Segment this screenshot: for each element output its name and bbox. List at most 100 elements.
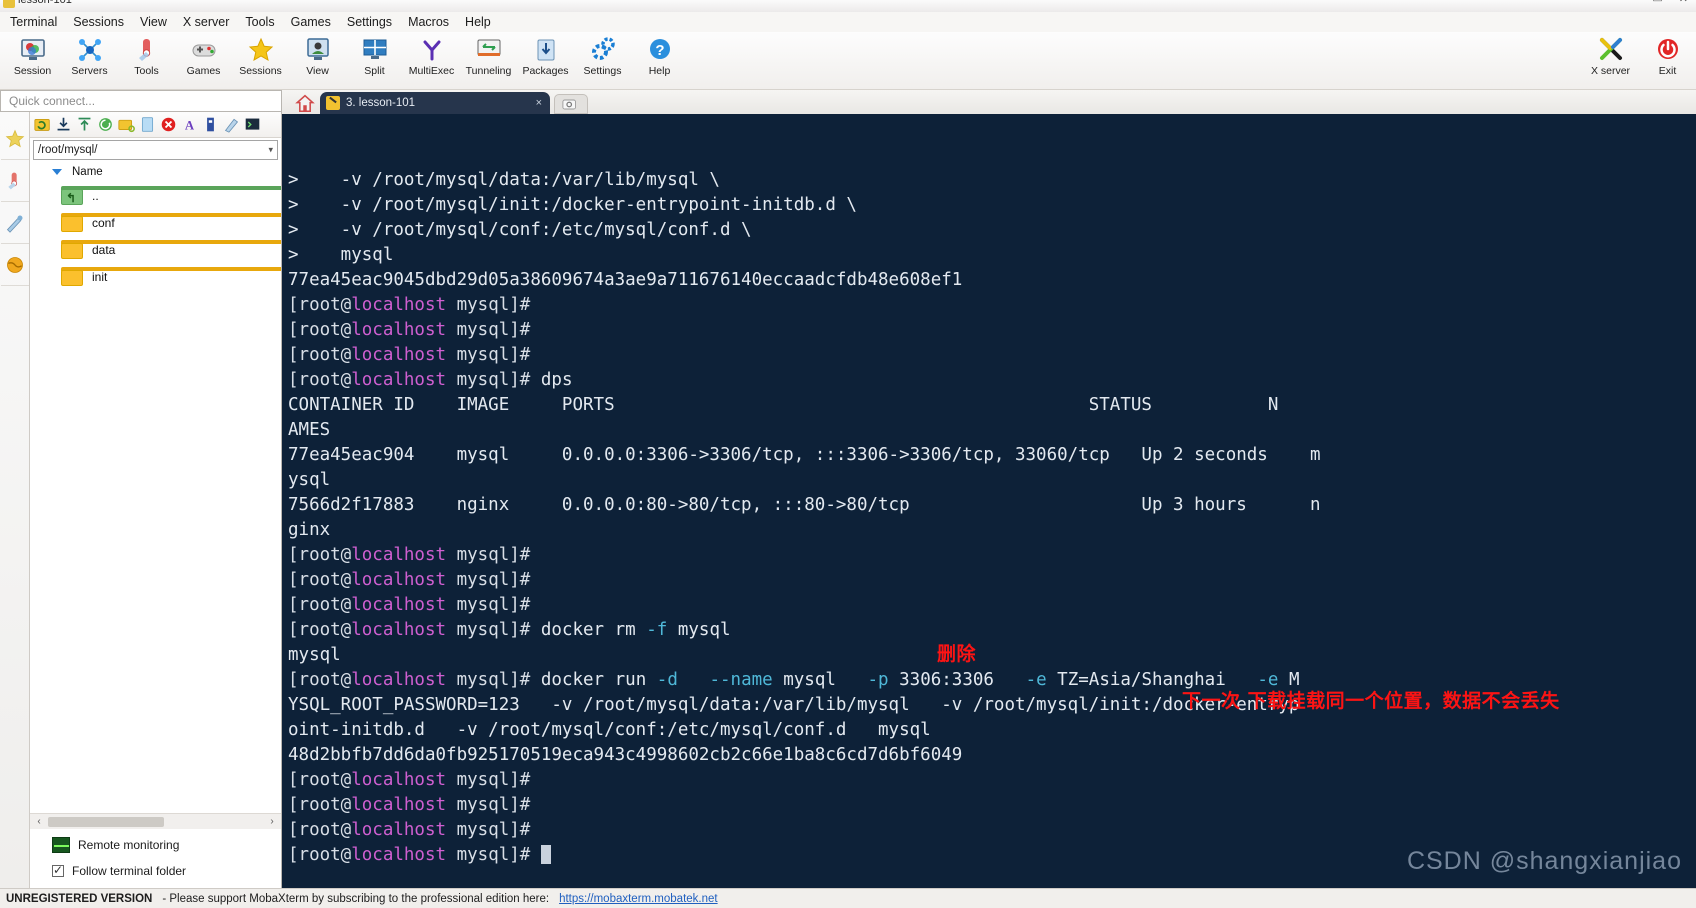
sidebar-horizontal-scrollbar[interactable]: ‹ › bbox=[30, 813, 281, 829]
terminal-line: > -v /root/mysql/data:/var/lib/mysql \ bbox=[288, 170, 720, 190]
terminal-line: [root@localhost mysql]# bbox=[288, 320, 541, 340]
ribbon-multiexec[interactable]: MultiExec bbox=[403, 32, 460, 88]
remote-monitoring-label: Remote monitoring bbox=[78, 838, 180, 852]
ribbon-tools[interactable]: Tools bbox=[118, 32, 175, 88]
close-button[interactable]: ✕ bbox=[1679, 0, 1688, 5]
ribbon-tunneling[interactable]: Tunneling bbox=[460, 32, 517, 88]
left-icon-strip bbox=[0, 90, 30, 888]
quick-connect-input[interactable]: Quick connect... bbox=[0, 90, 282, 112]
menu-sessions[interactable]: Sessions bbox=[65, 14, 132, 30]
ribbon-view[interactable]: View bbox=[289, 32, 346, 88]
terminal-line: AMES bbox=[288, 420, 331, 440]
sidebar-macros-icon[interactable] bbox=[0, 160, 29, 202]
scroll-left-arrow-icon[interactable]: ‹ bbox=[32, 816, 46, 827]
terminal-follow-icon[interactable] bbox=[243, 115, 262, 134]
ribbon-split[interactable]: Split bbox=[346, 32, 403, 88]
ribbon-settings[interactable]: Settings bbox=[574, 32, 631, 88]
ribbon-multiexec-label: MultiExec bbox=[408, 65, 455, 77]
main-body: Quick connect... A /root/mysql/ ▾ Name ↰… bbox=[0, 90, 1696, 888]
new-folder-icon[interactable] bbox=[117, 115, 136, 134]
menu-xserver[interactable]: X server bbox=[175, 14, 238, 30]
ribbon-packages[interactable]: Packages bbox=[517, 32, 574, 88]
scroll-thumb[interactable] bbox=[48, 817, 164, 827]
follow-terminal-folder-checkbox[interactable]: Follow terminal folder bbox=[52, 863, 281, 878]
sidebar-tools-icon[interactable] bbox=[0, 202, 29, 244]
terminal-line: > -v /root/mysql/init:/docker-entrypoint… bbox=[288, 195, 857, 215]
mobaxterm-link[interactable]: https://mobaxterm.mobatek.net bbox=[559, 893, 718, 905]
sidebar-globe-icon[interactable] bbox=[0, 244, 29, 286]
file-name: data bbox=[92, 242, 116, 257]
refresh-folder-icon[interactable] bbox=[33, 115, 52, 134]
menu-view[interactable]: View bbox=[132, 14, 175, 30]
sidebar-favorites-icon[interactable] bbox=[0, 118, 29, 160]
terminal-line: 48d2bbfb7dd6da0fb925170519eca943c4998602… bbox=[288, 745, 963, 765]
delete-icon[interactable] bbox=[159, 115, 178, 134]
remote-monitoring-button[interactable]: Remote monitoring bbox=[52, 837, 281, 853]
ribbon-help[interactable]: ? Help bbox=[631, 32, 688, 88]
list-item[interactable]: init bbox=[60, 263, 281, 290]
list-item[interactable]: data bbox=[60, 236, 281, 263]
checkbox-checked-icon[interactable] bbox=[52, 863, 64, 877]
close-icon[interactable]: × bbox=[536, 97, 542, 109]
new-file-icon[interactable] bbox=[138, 115, 157, 134]
session-icon bbox=[18, 35, 48, 65]
split-icon bbox=[360, 35, 390, 65]
terminal-output[interactable]: > -v /root/mysql/data:/var/lib/mysql \ > … bbox=[282, 114, 1696, 888]
maximize-button[interactable]: ▭ bbox=[1652, 0, 1662, 5]
sftp-path-value: /root/mysql/ bbox=[38, 144, 98, 156]
minimize-button[interactable]: — bbox=[1625, 0, 1636, 5]
terminal-line: 77ea45eac904 mysql 0.0.0.0:3306->3306/tc… bbox=[288, 445, 1321, 465]
menu-tools[interactable]: Tools bbox=[237, 14, 282, 30]
terminal-line: mysql bbox=[288, 645, 341, 665]
ribbon-packages-label: Packages bbox=[522, 65, 569, 77]
ribbon-toolbar: Session Servers Tools Games Sessions Vie… bbox=[0, 32, 1696, 90]
packages-icon bbox=[531, 35, 561, 65]
menu-macros[interactable]: Macros bbox=[400, 14, 457, 30]
reload-icon[interactable] bbox=[96, 115, 115, 134]
file-list: ↰ .. conf data init bbox=[30, 182, 281, 813]
ribbon-help-label: Help bbox=[648, 65, 671, 77]
ribbon-view-label: View bbox=[306, 65, 329, 77]
list-item[interactable]: ↰ .. bbox=[60, 182, 281, 209]
ribbon-xserver[interactable]: X server bbox=[1582, 32, 1639, 88]
terminal-line: [root@localhost mysql]# bbox=[288, 295, 541, 315]
sftp-path-input[interactable]: /root/mysql/ ▾ bbox=[33, 140, 278, 160]
chevron-down-icon[interactable]: ▾ bbox=[268, 145, 273, 156]
status-message: - Please support MobaXterm by subscribin… bbox=[162, 892, 550, 905]
home-icon[interactable] bbox=[290, 92, 320, 114]
ribbon-session[interactable]: Session bbox=[4, 32, 61, 88]
terminal-line: ginx bbox=[288, 520, 331, 540]
window-controls[interactable]: — ▭ ✕ bbox=[1625, 0, 1688, 5]
help-question-icon: ? bbox=[645, 35, 675, 65]
ribbon-sessions[interactable]: Sessions bbox=[232, 32, 289, 88]
terminal-line: [root@localhost mysql]# bbox=[288, 770, 541, 790]
xserver-icon bbox=[1596, 35, 1626, 65]
annotation-1: 下一次 下载挂载同一个位置，数据不会丢失 bbox=[1182, 690, 1560, 712]
scroll-right-arrow-icon[interactable]: › bbox=[265, 816, 279, 827]
list-item[interactable]: conf bbox=[60, 209, 281, 236]
ribbon-games[interactable]: Games bbox=[175, 32, 232, 88]
edit-icon[interactable] bbox=[222, 115, 241, 134]
status-bar: UNREGISTERED VERSION - Please support Mo… bbox=[0, 888, 1696, 908]
upload-icon[interactable] bbox=[75, 115, 94, 134]
ribbon-right-group: X server Exit bbox=[1582, 32, 1696, 88]
terminal-line: [root@localhost mysql]# docker rm -f mys… bbox=[288, 620, 731, 640]
tab-lesson-101[interactable]: 3. lesson-101 × bbox=[320, 92, 550, 114]
multiexec-icon bbox=[417, 35, 447, 65]
annotation-0: 删除 bbox=[937, 643, 977, 665]
sftp-toolbar: A bbox=[30, 112, 281, 138]
folder-icon bbox=[60, 266, 281, 287]
download-icon[interactable] bbox=[54, 115, 73, 134]
menu-settings[interactable]: Settings bbox=[339, 14, 400, 30]
rename-icon[interactable]: A bbox=[180, 115, 199, 134]
terminal-line: 7566d2f17883 nginx 0.0.0.0:80->80/tcp, :… bbox=[288, 495, 1321, 515]
new-tab-icon[interactable] bbox=[554, 94, 588, 114]
ribbon-exit[interactable]: Exit bbox=[1639, 32, 1696, 88]
ribbon-servers[interactable]: Servers bbox=[61, 32, 118, 88]
permissions-icon[interactable] bbox=[201, 115, 220, 134]
ribbon-xserver-label: X server bbox=[1590, 65, 1631, 77]
menu-games[interactable]: Games bbox=[283, 14, 339, 30]
file-list-header[interactable]: Name bbox=[30, 162, 281, 182]
menu-help[interactable]: Help bbox=[457, 14, 499, 30]
menu-terminal[interactable]: Terminal bbox=[2, 14, 65, 30]
